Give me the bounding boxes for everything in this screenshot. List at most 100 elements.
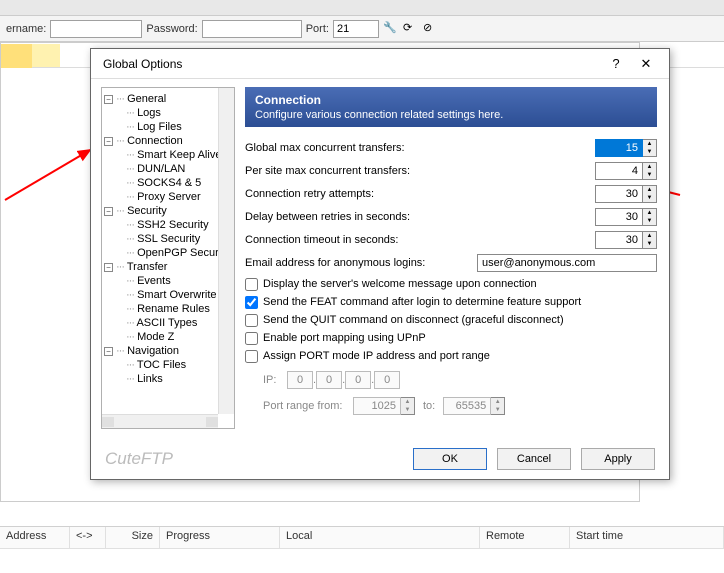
port-to-input — [443, 397, 491, 415]
welcome-check-label: Display the server's welcome message upo… — [263, 278, 537, 290]
tree-events[interactable]: Events — [137, 275, 171, 287]
upnp-check-label: Enable port mapping using UPnP — [263, 332, 426, 344]
username-label: ername: — [6, 23, 46, 35]
feat-check-label: Send the FEAT command after login to det… — [263, 296, 581, 308]
tree-navigation[interactable]: Navigation — [127, 345, 179, 357]
expand-icon[interactable]: − — [104, 207, 113, 216]
welcome-check[interactable] — [245, 278, 258, 291]
delay-label: Delay between retries in seconds: — [245, 211, 595, 223]
tree-ssh2[interactable]: SSH2 Security — [137, 219, 209, 231]
help-button[interactable]: ? — [601, 52, 631, 76]
top-toolbar-strip — [0, 0, 724, 16]
brand-label: CuteFTP — [105, 449, 403, 469]
section-title: Connection — [255, 93, 647, 107]
dialog-title: Global Options — [103, 57, 601, 71]
section-desc: Configure various connection related set… — [255, 109, 647, 121]
tree-openpgp[interactable]: OpenPGP Security — [137, 247, 218, 259]
tree-proxy[interactable]: Proxy Server — [137, 191, 201, 203]
port-label: Port: — [306, 23, 329, 35]
col-local[interactable]: Local — [280, 527, 480, 548]
password-input[interactable] — [202, 20, 302, 38]
ip-seg-2 — [316, 371, 342, 389]
close-button[interactable]: ✕ — [631, 52, 661, 76]
ip-label: IP: — [263, 374, 287, 386]
email-label: Email address for anonymous logins: — [245, 257, 477, 269]
portmode-check-label: Assign PORT mode IP address and port ran… — [263, 350, 490, 362]
tree-ascii[interactable]: ASCII Types — [136, 317, 197, 329]
expand-icon[interactable]: − — [104, 347, 113, 356]
col-progress[interactable]: Progress — [160, 527, 280, 548]
tree-ssl[interactable]: SSL Security — [137, 233, 200, 245]
section-header: Connection Configure various connection … — [245, 87, 657, 127]
cancel-button[interactable]: Cancel — [497, 448, 571, 470]
port-from-input — [353, 397, 401, 415]
ok-button[interactable]: OK — [413, 448, 487, 470]
tree-security[interactable]: Security — [127, 205, 167, 217]
spinner-icon[interactable]: ▲▼ — [643, 185, 657, 203]
timeout-input[interactable] — [595, 231, 643, 249]
tree-scrollbar-v[interactable] — [218, 88, 234, 414]
settings-pane: Connection Configure various connection … — [235, 79, 669, 437]
spinner-icon: ▲▼ — [401, 397, 415, 415]
spinner-icon[interactable]: ▲▼ — [643, 139, 657, 157]
port-range-label: Port range from: — [263, 400, 353, 412]
retry-input[interactable] — [595, 185, 643, 203]
tree-general[interactable]: General — [127, 93, 166, 105]
tree-smartow[interactable]: Smart Overwrite — [137, 289, 216, 301]
quit-check-label: Send the QUIT command on disconnect (gra… — [263, 314, 564, 326]
spinner-icon: ▲▼ — [491, 397, 505, 415]
col-address[interactable]: Address — [0, 527, 70, 548]
col-remote[interactable]: Remote — [480, 527, 570, 548]
tree-connection[interactable]: Connection — [127, 135, 183, 147]
tree-transfer[interactable]: Transfer — [127, 261, 168, 273]
retry-label: Connection retry attempts: — [245, 188, 595, 200]
username-input[interactable] — [50, 20, 142, 38]
tree-log-files[interactable]: Log Files — [137, 121, 182, 133]
tree-modez[interactable]: Mode Z — [137, 331, 174, 343]
col-start[interactable]: Start time — [570, 527, 724, 548]
transfer-queue-grid: Address <-> Size Progress Local Remote S… — [0, 526, 724, 572]
credentials-bar: ername: Password: Port: 🔧 ⟳ ⊘ — [0, 16, 724, 42]
ip-seg-4 — [374, 371, 400, 389]
spinner-icon[interactable]: ▲▼ — [643, 231, 657, 249]
tree-socks[interactable]: SOCKS4 & 5 — [137, 177, 201, 189]
tree-scrollbar-h[interactable] — [102, 414, 218, 428]
expand-icon[interactable]: − — [104, 137, 113, 146]
spinner-icon[interactable]: ▲▼ — [643, 162, 657, 180]
timeout-label: Connection timeout in seconds: — [245, 234, 595, 246]
port-input[interactable] — [333, 20, 379, 38]
ip-seg-3 — [345, 371, 371, 389]
tree-dunlan[interactable]: DUN/LAN — [137, 163, 185, 175]
apply-button[interactable]: Apply — [581, 448, 655, 470]
global-max-label: Global max concurrent transfers: — [245, 142, 595, 154]
tree-ska[interactable]: Smart Keep Alive — [137, 149, 218, 161]
col-size[interactable]: Size — [106, 527, 160, 548]
delay-input[interactable] — [595, 208, 643, 226]
email-input[interactable] — [477, 254, 657, 272]
dialog-titlebar[interactable]: Global Options ? ✕ — [91, 49, 669, 79]
global-max-input[interactable] — [595, 139, 643, 157]
port-to-label: to: — [423, 400, 435, 412]
spinner-icon[interactable]: ▲▼ — [643, 208, 657, 226]
feat-check[interactable] — [245, 296, 258, 309]
per-site-max-label: Per site max concurrent transfers: — [245, 165, 595, 177]
connect-icon[interactable]: 🔧 — [383, 21, 399, 37]
portmode-check[interactable] — [245, 350, 258, 363]
options-tree[interactable]: −··· General ··· Logs ··· Log Files −···… — [101, 87, 235, 429]
tree-links[interactable]: Links — [137, 373, 163, 385]
col-direction[interactable]: <-> — [70, 527, 106, 548]
stop-icon[interactable]: ⊘ — [423, 21, 439, 37]
refresh-icon[interactable]: ⟳ — [403, 21, 419, 37]
ip-seg-1 — [287, 371, 313, 389]
quit-check[interactable] — [245, 314, 258, 327]
tree-logs[interactable]: Logs — [137, 107, 161, 119]
dialog-footer: CuteFTP OK Cancel Apply — [91, 437, 669, 481]
per-site-max-input[interactable] — [595, 162, 643, 180]
expand-icon[interactable]: − — [104, 95, 113, 104]
upnp-check[interactable] — [245, 332, 258, 345]
password-label: Password: — [146, 23, 197, 35]
tree-rename[interactable]: Rename Rules — [137, 303, 210, 315]
expand-icon[interactable]: − — [104, 263, 113, 272]
tree-toc[interactable]: TOC Files — [137, 359, 186, 371]
global-options-dialog: Global Options ? ✕ −··· General ··· Logs… — [90, 48, 670, 480]
